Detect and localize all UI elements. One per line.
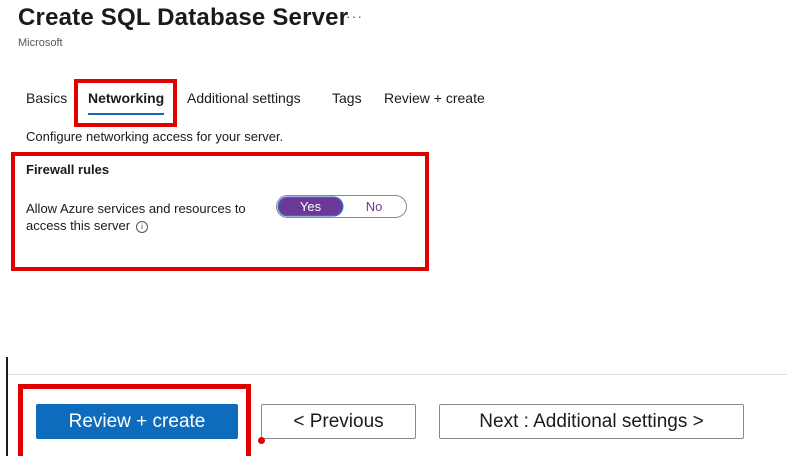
- tab-additional-settings[interactable]: Additional settings: [187, 90, 301, 106]
- info-icon[interactable]: i: [136, 221, 149, 233]
- review-create-highlight: [18, 384, 251, 456]
- previous-button[interactable]: < Previous: [261, 404, 416, 439]
- allow-azure-services-label: Allow Azure services and resources to ac…: [26, 200, 266, 234]
- networking-description: Configure networking access for your ser…: [26, 129, 284, 144]
- next-additional-settings-button[interactable]: Next : Additional settings >: [439, 404, 744, 439]
- left-edge-line: [6, 357, 8, 456]
- toggle-no-option[interactable]: No: [349, 198, 399, 215]
- firewall-rules-heading: Firewall rules: [26, 162, 110, 177]
- footer-divider: [8, 374, 787, 375]
- toggle-yes-option[interactable]: Yes: [279, 198, 342, 215]
- allow-azure-services-toggle[interactable]: Yes No: [276, 195, 407, 218]
- tab-review-create[interactable]: Review + create: [384, 90, 485, 106]
- page-title: Create SQL Database Server: [18, 4, 349, 31]
- annotation-dot: [258, 437, 265, 444]
- tab-tags[interactable]: Tags: [332, 90, 362, 106]
- networking-tab-highlight: [74, 79, 177, 127]
- create-sql-server-page: Create SQL Database Server ··· Microsoft…: [0, 0, 787, 456]
- publisher-label: Microsoft: [18, 37, 63, 49]
- tab-basics[interactable]: Basics: [26, 90, 67, 106]
- more-options-icon[interactable]: ···: [346, 8, 363, 24]
